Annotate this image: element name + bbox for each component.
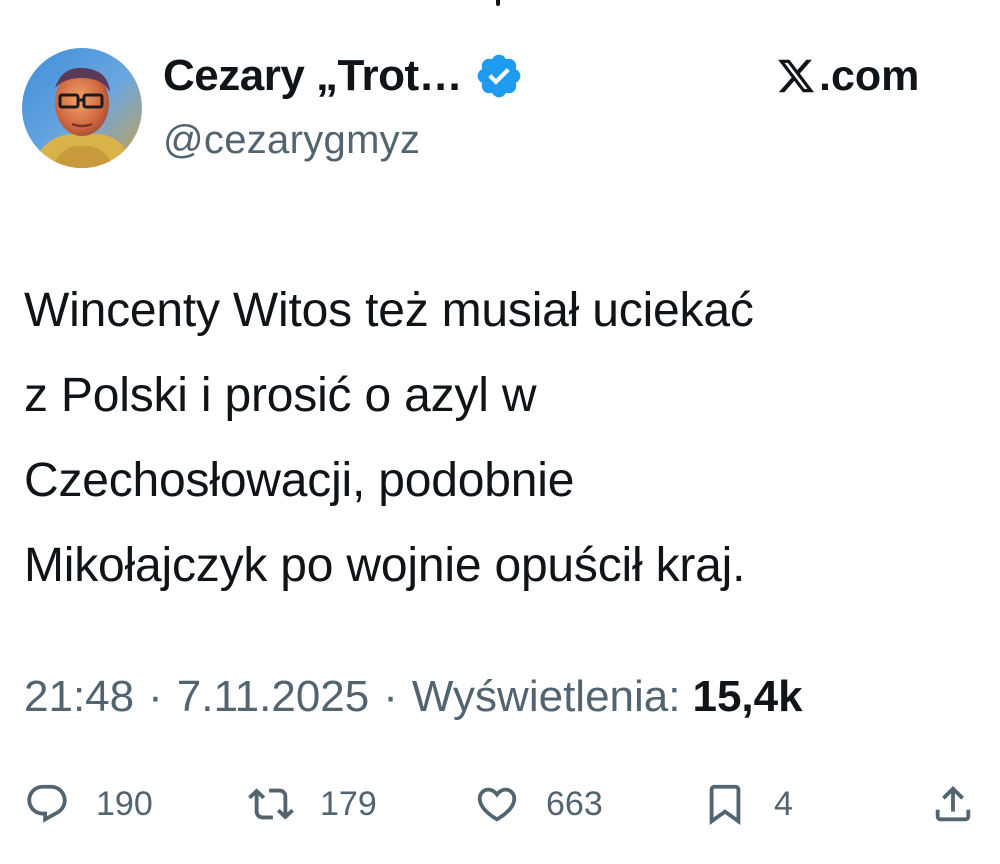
views-label: Wyświetlenia: — [411, 672, 681, 721]
author-display-name[interactable]: Cezary „Trot… — [163, 51, 463, 101]
avatar[interactable] — [22, 48, 142, 168]
share-icon — [930, 781, 976, 827]
tweet-text-line: z Polski i prosić o azyl w — [24, 369, 537, 422]
tweet-text-line: Czechosłowacji, podobnie — [24, 454, 575, 507]
like-button[interactable]: 663 — [474, 772, 603, 836]
verified-badge-icon — [474, 51, 524, 101]
tweet-actions-bar: 190 179 663 4 — [0, 772, 1000, 836]
avatar-image — [22, 48, 142, 168]
retweet-count: 179 — [320, 784, 377, 823]
x-logo-icon — [776, 56, 816, 96]
x-com-brand: .com — [776, 50, 919, 102]
retweet-button[interactable]: 179 — [248, 772, 377, 836]
meta-separator: · — [148, 672, 163, 721]
share-button[interactable] — [930, 772, 976, 836]
reply-count: 190 — [96, 784, 153, 823]
reply-icon — [24, 781, 70, 827]
meta-separator: · — [383, 672, 398, 721]
bookmark-count: 4 — [774, 784, 793, 823]
tweet-text: Wincenty Witos też musiał uciekać z Pols… — [24, 268, 974, 608]
tweet-text-line: Mikołajczyk po wojnie opuścił kraj. — [24, 539, 746, 592]
author-handle[interactable]: @cezarygmyz — [163, 118, 420, 163]
views-count[interactable]: 15,4k — [692, 672, 802, 722]
reply-button[interactable]: 190 — [24, 772, 153, 836]
like-icon — [474, 781, 520, 827]
tweet-date[interactable]: 7.11.2025 — [177, 672, 369, 722]
tweet-text-line: Wincenty Witos też musiał uciekać — [24, 284, 754, 337]
retweet-icon — [248, 781, 294, 827]
bookmark-icon — [702, 781, 748, 827]
brand-domain-label: .com — [819, 51, 920, 100]
top-edge-mark — [496, 0, 500, 6]
bookmark-button[interactable]: 4 — [702, 772, 793, 836]
tweet-time[interactable]: 21:48 — [24, 672, 134, 722]
like-count: 663 — [546, 784, 603, 823]
tweet-meta: 21:48 · 7.11.2025 · Wyświetlenia: 15,4k — [24, 662, 803, 732]
author-name-row[interactable]: Cezary „Trot… — [163, 46, 524, 106]
